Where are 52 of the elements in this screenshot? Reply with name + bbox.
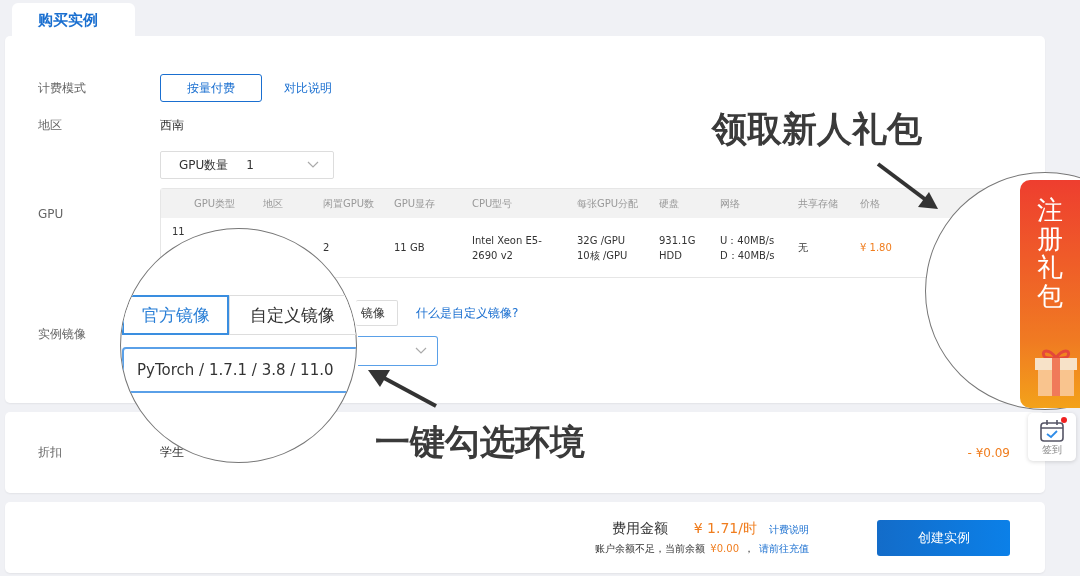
table-cell: U：40MB/s D：40MB/s	[720, 234, 775, 261]
image-tab[interactable]: 官方镜像	[122, 295, 229, 335]
annotation-text: 一键勾选环境	[375, 422, 585, 462]
table-cell: Intel Xeon E5- 2690 v2	[472, 234, 542, 261]
punctuation: ，	[744, 541, 754, 556]
column-header: 共享存储	[798, 196, 839, 211]
page-tab[interactable]: 购买实例	[12, 3, 135, 36]
chevron-down-icon	[415, 347, 427, 355]
column-header: 闲置GPU数	[323, 196, 376, 211]
field-label: 计费模式	[38, 79, 87, 97]
arrow	[366, 368, 438, 408]
total-price: ¥ 1.71/时	[693, 519, 757, 538]
column-header: 价格	[860, 196, 881, 211]
image-select[interactable]	[358, 336, 438, 366]
field-label: 实例镜像	[38, 326, 87, 343]
balance-amount: ¥0.00	[710, 542, 739, 554]
column-header: 硬盘	[659, 196, 680, 211]
balance-note: 账户余额不足，当前余额	[595, 541, 706, 556]
pricing-link[interactable]: 计费说明	[769, 522, 809, 537]
image-tab[interactable]: 镜像	[356, 300, 398, 326]
calendar-check-icon	[1039, 419, 1065, 443]
table-cell: 11 GB	[394, 242, 425, 253]
help-link[interactable]: 什么是自定义镜像?	[416, 304, 519, 322]
table-cell: ¥ 1.80	[860, 242, 892, 253]
chevron-down-icon	[307, 161, 319, 169]
create-button[interactable]: 创建实例	[877, 519, 1010, 556]
table-cell: 11	[172, 226, 185, 237]
table-cell: 931.1G HDD	[659, 234, 696, 261]
table-cell: 2	[323, 242, 330, 253]
gift-banner[interactable]: 注册礼包	[1020, 180, 1080, 408]
checkin-button[interactable]: 签到	[1028, 413, 1076, 461]
table-cell: 32G /GPU 10核 /GPU	[577, 234, 628, 261]
column-header: GPU显存	[394, 196, 437, 211]
table-cell: 无	[798, 242, 808, 253]
region-value: 西南	[160, 117, 184, 134]
image-tab[interactable]: 自定义镜像	[229, 295, 356, 335]
compare-link[interactable]: 对比说明	[284, 79, 332, 97]
column-header: CPU型号	[472, 196, 514, 211]
total-label: 费用金额	[611, 519, 668, 538]
column-header: GPU类型	[194, 196, 237, 211]
annotation-text: 领取新人礼包	[712, 109, 922, 149]
gpu-count-select[interactable]: GPU数量 1	[160, 151, 334, 179]
field-label: GPU	[38, 207, 65, 221]
billing-option[interactable]: 按量付费	[160, 74, 262, 102]
column-header: 网络	[720, 196, 741, 211]
field-label: 折扣	[38, 444, 63, 461]
field-label: 地区	[38, 117, 63, 134]
recharge-link[interactable]: 请前往充值	[759, 541, 809, 556]
discount-amount: - ¥0.09	[967, 445, 1010, 460]
discount-value: 学生	[160, 444, 184, 461]
column-header: 地区	[263, 196, 284, 211]
column-header: 每张GPU分配	[577, 196, 640, 211]
